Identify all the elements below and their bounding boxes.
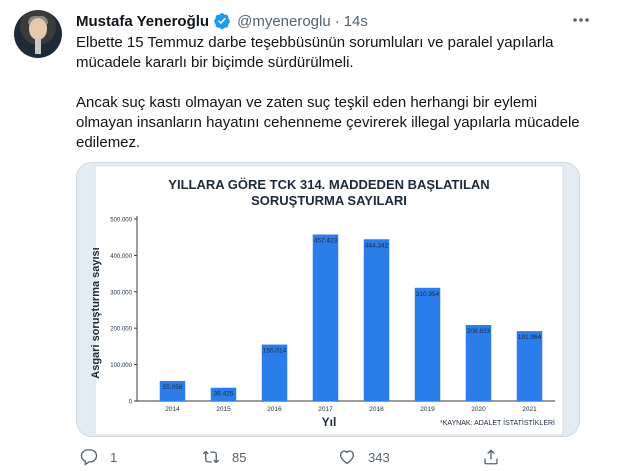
author-name[interactable]: Mustafa Yeneroğlu bbox=[76, 13, 209, 30]
bar-2021 bbox=[516, 331, 543, 401]
x-tick-label: 2021 bbox=[522, 406, 537, 413]
y-axis-label: Asgari soruşturma sayısı bbox=[90, 247, 102, 378]
tweet-card[interactable]: Mustafa Yeneroğlu @myeneroglu · 14s Elbe… bbox=[0, 0, 624, 471]
bar-value-label: 208.833 bbox=[467, 328, 491, 335]
bar-value-label: 310.954 bbox=[416, 291, 440, 298]
bar-chart: YILLARA GÖRE TCK 314. MADDEDEN BAŞLATILA… bbox=[77, 163, 579, 436]
y-tick-label: 200.000 bbox=[110, 327, 132, 333]
x-tick-label: 2015 bbox=[216, 406, 231, 413]
bar-value-label: 457.423 bbox=[314, 237, 338, 244]
verified-badge-icon bbox=[214, 13, 230, 30]
reply-icon bbox=[80, 449, 98, 466]
like-icon bbox=[339, 450, 355, 465]
avatar[interactable] bbox=[14, 10, 62, 58]
tweet-media-chart[interactable]: YILLARA GÖRE TCK 314. MADDEDEN BAŞLATILA… bbox=[76, 162, 580, 437]
x-axis-label: Yıl bbox=[322, 415, 337, 429]
tweet-paragraph: Elbette 15 Temmuz darbe teşebbüsünün sor… bbox=[76, 34, 554, 71]
bar-2018 bbox=[363, 239, 390, 401]
y-tick-label: 100.000 bbox=[110, 363, 132, 369]
chart-source-note: *KAYNAK: ADALET İSTATİSTİKLERİ bbox=[440, 418, 555, 427]
bar-2020 bbox=[465, 324, 492, 401]
y-tick-label: 500.000 bbox=[110, 218, 132, 224]
tweet-actions: 1 85 343 bbox=[76, 446, 506, 468]
chart-title-line-2: SORUŞTURMA SAYILARI bbox=[251, 193, 407, 208]
x-tick-label: 2016 bbox=[267, 406, 282, 413]
bar-value-label: 444.342 bbox=[365, 242, 389, 249]
like-button[interactable]: 343 bbox=[338, 446, 390, 468]
retweet-icon bbox=[202, 450, 220, 464]
x-tick-label: 2020 bbox=[471, 406, 486, 413]
bar-value-label: 191.964 bbox=[518, 334, 542, 341]
more-icon[interactable] bbox=[570, 10, 592, 30]
tweet-text: Elbette 15 Temmuz darbe teşebbüsünün sor… bbox=[76, 33, 596, 153]
bar-value-label: 55.058 bbox=[163, 384, 183, 391]
y-tick-label: 400.000 bbox=[110, 254, 132, 260]
x-tick-label: 2017 bbox=[318, 406, 333, 413]
share-icon bbox=[484, 449, 498, 465]
retweet-count: 85 bbox=[232, 449, 247, 465]
tweet-paragraph: Ancak suç kastı olmayan ve zaten suç teş… bbox=[76, 94, 580, 151]
separator: · bbox=[334, 12, 340, 30]
retweet-button[interactable]: 85 bbox=[202, 446, 246, 468]
tweet-timestamp[interactable]: 14s bbox=[344, 13, 368, 30]
author-handle[interactable]: @myeneroglu bbox=[237, 13, 331, 30]
x-tick-label: 2019 bbox=[420, 406, 435, 413]
bar-2019 bbox=[414, 287, 441, 401]
bar-value-label: 36.425 bbox=[214, 391, 234, 398]
x-tick-label: 2018 bbox=[369, 406, 384, 413]
share-button[interactable] bbox=[482, 446, 500, 468]
like-count: 343 bbox=[368, 449, 390, 465]
chart-title-line-1: YILLARA GÖRE TCK 314. MADDEDEN BAŞLATILA… bbox=[168, 177, 489, 192]
bar-value-label: 155.014 bbox=[263, 348, 287, 355]
reply-button[interactable]: 1 bbox=[80, 446, 117, 468]
reply-count: 1 bbox=[110, 449, 118, 465]
x-tick-label: 2014 bbox=[165, 406, 180, 413]
y-tick-label: 300.000 bbox=[110, 290, 132, 296]
bar-2017 bbox=[312, 234, 339, 401]
tweet-header: Mustafa Yeneroğlu @myeneroglu · 14s bbox=[76, 11, 368, 31]
